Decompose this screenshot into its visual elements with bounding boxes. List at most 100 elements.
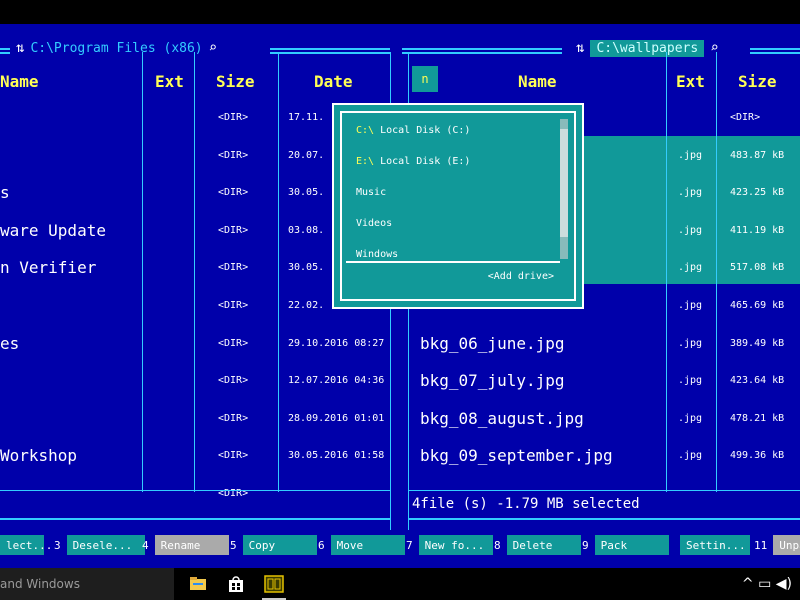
file-size: <DIR> (218, 412, 249, 424)
function-key-new-fo[interactable]: 7 New fo... (406, 534, 493, 556)
file-ext: .jpg (678, 224, 703, 236)
function-key-label[interactable]: lect... (0, 535, 52, 555)
function-key-move[interactable]: 6 Move (318, 534, 405, 556)
column-header-ext[interactable]: Ext (676, 72, 705, 91)
table-row[interactable]: bkg_09_september.jpg .jpg 499.36 kB (408, 442, 800, 472)
drive-item[interactable]: Videos (356, 218, 392, 229)
column-header-size[interactable]: Size (738, 72, 777, 91)
function-key-bar[interactable]: lect... 3 Desele... 4 Rename 5 Copy 6 Move 7 New f… (0, 534, 800, 558)
file-name: bkg_06_june.jpg (420, 333, 565, 353)
drive-item[interactable]: Music (356, 187, 386, 198)
store-icon[interactable] (226, 574, 246, 594)
file-ext: .jpg (678, 337, 703, 349)
function-key-label[interactable]: Move (330, 535, 405, 555)
search-icon[interactable]: ⌕ (209, 40, 217, 56)
file-name: ware Update (0, 220, 106, 240)
function-key-number: 7 (406, 538, 413, 552)
function-key-label[interactable]: Rename (154, 535, 229, 555)
panel-bottom-border (408, 518, 800, 520)
file-size: 478.21 kB (730, 412, 785, 424)
function-key-label[interactable]: New fo... (418, 535, 493, 555)
column-header-size[interactable]: Size (216, 72, 255, 91)
function-key-number: 8 (494, 538, 501, 552)
table-row[interactable]: bkg_06_june.jpg .jpg 389.49 kB (408, 330, 800, 360)
right-path-bar[interactable]: ⇅ C:\wallpapers ⌕ (570, 38, 725, 58)
drive-list-scrollbar[interactable] (560, 119, 568, 259)
file-date: 17.11. (288, 112, 325, 123)
system-tray[interactable]: ^ ▭ ◀) (742, 576, 792, 592)
speaker-icon[interactable]: ◀) (776, 576, 792, 592)
function-key-unpa[interactable]: 11 Unpa (754, 534, 800, 556)
taskbar-search-box[interactable]: and Windows (0, 568, 174, 600)
file-size: <DIR> (218, 112, 249, 123)
file-size: <DIR> (218, 375, 249, 387)
swap-panels-icon[interactable]: ⇅ (16, 40, 24, 56)
scrollbar-thumb[interactable] (560, 129, 568, 237)
file-date: 29.10.2016 08:27 (288, 337, 385, 349)
panel-bottom-border (0, 518, 390, 520)
table-row[interactable]: <DIR> 12.07.2016 04:36 (0, 367, 390, 397)
table-row[interactable]: <DIR> (0, 480, 390, 510)
file-name: bkg_08_august.jpg (420, 408, 584, 428)
left-path-label[interactable]: C:\Program Files (x86) (30, 41, 202, 56)
file-manager-app-icon[interactable] (264, 574, 284, 594)
function-key-label[interactable]: Unpa (773, 535, 800, 555)
file-size: 423.64 kB (730, 375, 785, 387)
function-key-label[interactable]: Settin... (680, 535, 750, 555)
file-ext: .jpg (678, 187, 703, 199)
function-key-label[interactable]: Pack (594, 535, 669, 555)
left-path-bar[interactable]: ⇅ C:\Program Files (x86) ⌕ (10, 38, 224, 58)
file-size: <DIR> (218, 450, 249, 462)
function-key-lect[interactable]: lect... (0, 534, 52, 556)
function-key-copy[interactable]: 5 Copy (230, 534, 317, 556)
function-key-label[interactable]: Copy (242, 535, 317, 555)
windows-taskbar[interactable]: and Windows ^ ▭ ◀) (0, 568, 800, 600)
file-date: 30.05. (288, 262, 325, 274)
drive-label: Local Disk (E:) (380, 156, 471, 167)
table-row[interactable]: Workshop <DIR> 30.05.2016 01:58 (0, 442, 390, 472)
panel-top-border (270, 48, 390, 50)
right-path-label[interactable]: C:\wallpapers (590, 39, 705, 57)
column-header-name[interactable]: Name (518, 72, 557, 91)
table-row[interactable]: <DIR> 28.09.2016 01:01 (0, 405, 390, 435)
drive-item[interactable]: E:\ Local Disk (E:) (356, 156, 470, 167)
column-header-date[interactable]: Date (314, 72, 353, 91)
top-black-bar (0, 0, 800, 24)
file-name: es (0, 333, 20, 353)
table-row[interactable]: es <DIR> 29.10.2016 08:27 (0, 330, 390, 360)
function-key-pack[interactable]: 9 Pack (582, 534, 669, 556)
sort-indicator[interactable]: n (412, 66, 438, 92)
column-header-name[interactable]: Name (0, 72, 39, 91)
network-icon[interactable]: ▭ (758, 576, 771, 592)
swap-panels-icon[interactable]: ⇅ (576, 40, 584, 56)
file-explorer-icon[interactable] (188, 574, 208, 594)
chevron-up-icon[interactable]: ^ (742, 576, 754, 592)
function-key-settin[interactable]: Settin... (680, 534, 750, 556)
file-ext: .jpg (678, 375, 703, 387)
table-row[interactable]: bkg_07_july.jpg .jpg 423.64 kB (408, 367, 800, 397)
drive-label: Local Disk (C:) (380, 125, 471, 136)
file-size: 517.08 kB (730, 262, 785, 274)
function-key-label[interactable]: Delete (506, 535, 581, 555)
column-header-ext[interactable]: Ext (155, 72, 184, 91)
file-ext: .jpg (678, 149, 703, 161)
function-key-rename[interactable]: 4 Rename (142, 534, 229, 556)
function-key-desele[interactable]: 3 Desele... (54, 534, 145, 556)
drive-selector-popup[interactable]: C:\ Local Disk (C:) E:\ Local Disk (E:) Mu… (332, 103, 584, 309)
table-row[interactable]: bkg_08_august.jpg .jpg 478.21 kB (408, 405, 800, 435)
panel-top-border (750, 48, 800, 50)
file-date: 30.05. (288, 187, 325, 199)
add-drive-button[interactable]: <Add drive> (488, 271, 554, 282)
file-date: 03.08. (288, 224, 325, 236)
file-size: <DIR> (218, 224, 249, 236)
drive-label: Videos (356, 218, 393, 229)
file-date: 12.07.2016 04:36 (288, 375, 385, 387)
drive-item[interactable]: Windows (356, 249, 398, 260)
status-divider (408, 490, 800, 491)
file-ext: .jpg (678, 262, 703, 274)
function-key-delete[interactable]: 8 Delete (494, 534, 581, 556)
drive-item[interactable]: C:\ Local Disk (C:) (356, 125, 470, 136)
file-size: 423.25 kB (730, 187, 785, 199)
function-key-label[interactable]: Desele... (66, 535, 145, 555)
search-icon[interactable]: ⌕ (710, 40, 718, 56)
